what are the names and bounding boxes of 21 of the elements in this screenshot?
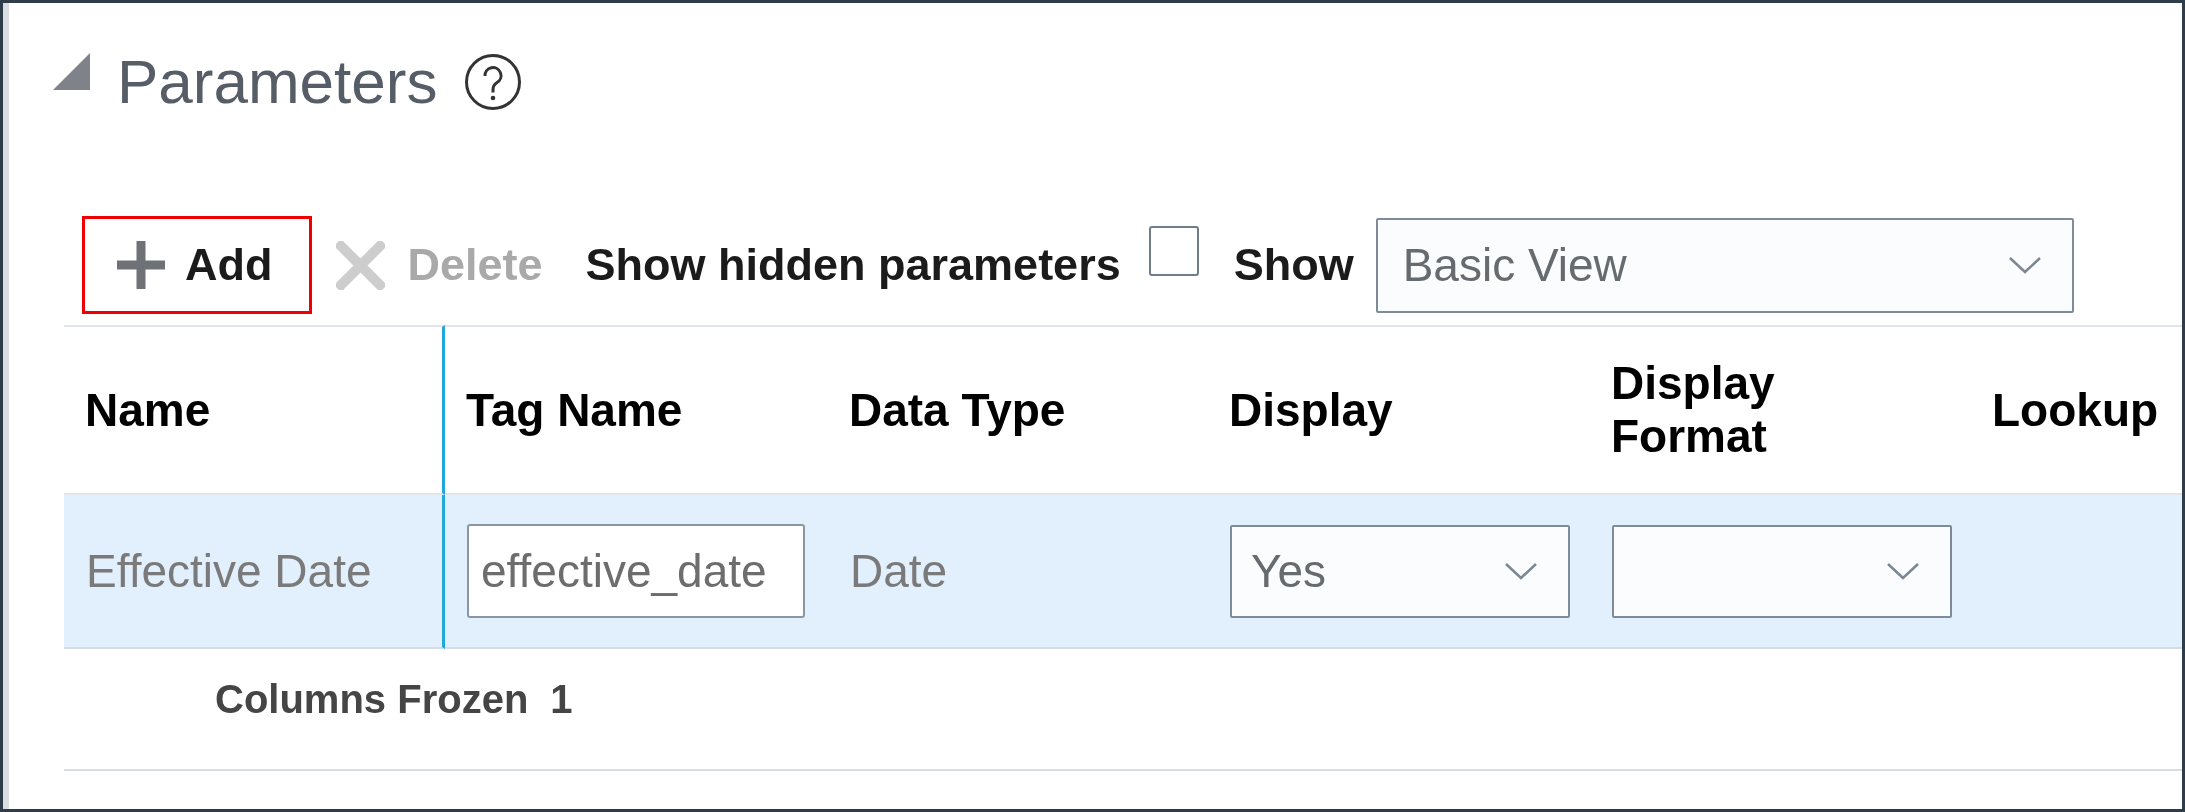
frozen-columns-count: 1 [550,677,573,721]
table-cell: Date [828,495,1208,649]
add-button[interactable]: Add [82,216,313,314]
show-hidden-label: Show hidden parameters [585,238,1121,293]
plus-icon [117,241,165,289]
show-label: Show [1233,238,1354,293]
view-dropdown[interactable]: Basic View [1375,217,2074,313]
frozen-columns-label: Columns Frozen [215,677,529,721]
dropdown[interactable] [1612,524,1952,618]
help-icon[interactable] [464,53,523,111]
chevron-down-icon [1886,562,1920,580]
section-title: Parameters [117,46,438,118]
table-row[interactable]: Effective Date effective_date Date Yes [64,495,2182,649]
show-hidden-checkbox[interactable] [1148,226,1199,276]
dropdown[interactable]: Yes [1230,524,1570,618]
text-input[interactable]: effective_date [467,524,805,618]
triangle-icon[interactable] [53,53,90,90]
chevron-down-icon [2007,256,2042,274]
table-cell: Effective Date [64,495,445,649]
chevron-down-icon [1504,562,1538,580]
cross-icon [336,240,386,290]
